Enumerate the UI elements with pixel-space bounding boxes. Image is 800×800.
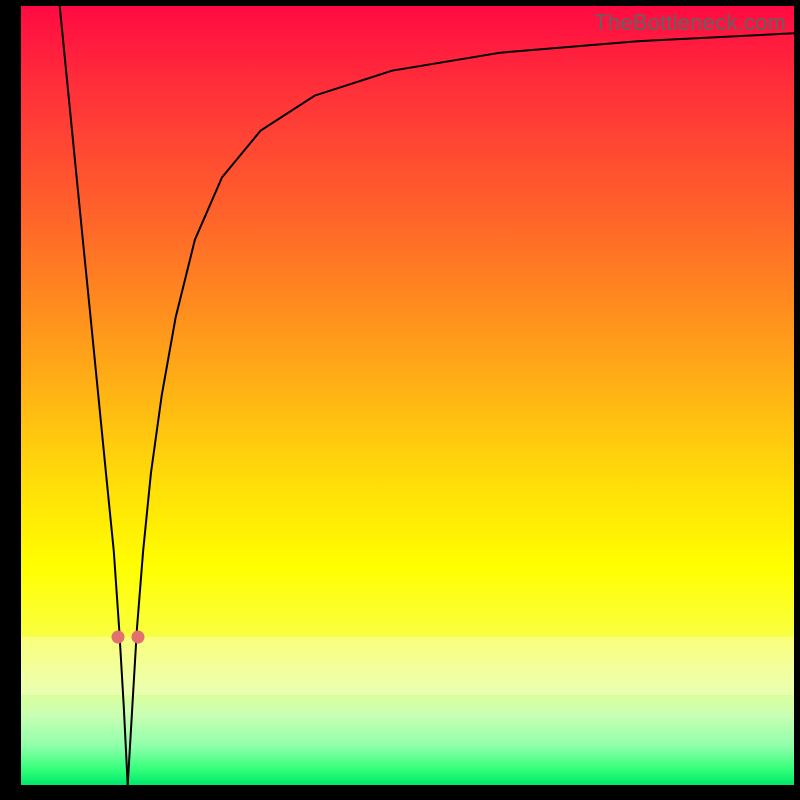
chart-frame: TheBottleneck.com [0,0,800,800]
data-point-right [132,630,145,643]
data-point-left [112,630,125,643]
plot-area: TheBottleneck.com [21,6,794,785]
bottleneck-curve [21,6,794,785]
